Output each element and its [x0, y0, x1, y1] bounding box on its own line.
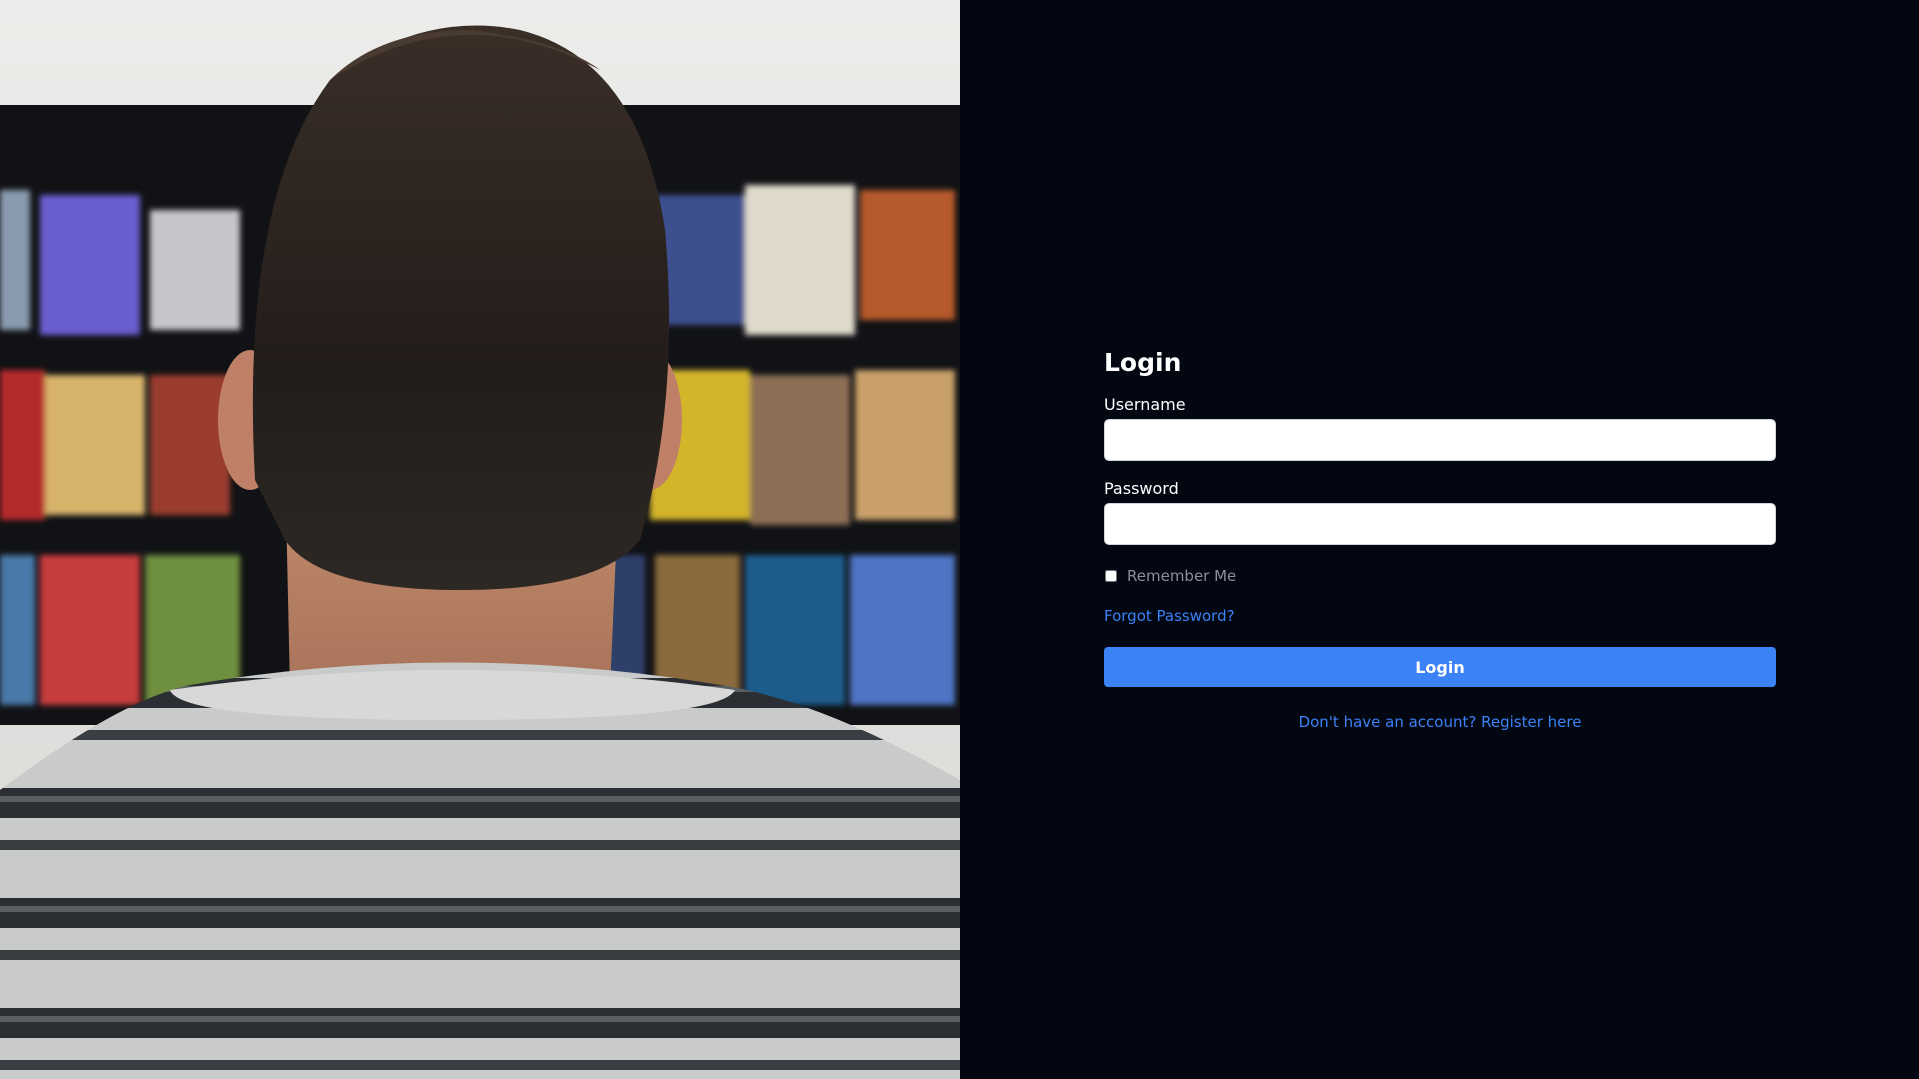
login-title: Login [1104, 348, 1182, 377]
remember-me-checkbox[interactable] [1105, 570, 1117, 582]
hero-photo [0, 0, 960, 1079]
forgot-password-link[interactable]: Forgot Password? [1104, 605, 1235, 627]
password-input[interactable] [1104, 503, 1776, 545]
login-panel: Login Username Password Remember Me Forg… [960, 0, 1919, 1079]
remember-me-row: Remember Me [1104, 565, 1776, 587]
username-input[interactable] [1104, 419, 1776, 461]
username-label: Username [1104, 395, 1186, 414]
password-label: Password [1104, 479, 1179, 498]
remember-me-label: Remember Me [1127, 567, 1237, 585]
register-link[interactable]: Don't have an account? Register here [1104, 713, 1776, 731]
login-form: Login Username Password Remember Me Forg… [1104, 345, 1776, 731]
login-button[interactable]: Login [1104, 647, 1776, 687]
person-watching-tv-illustration [0, 0, 960, 1079]
